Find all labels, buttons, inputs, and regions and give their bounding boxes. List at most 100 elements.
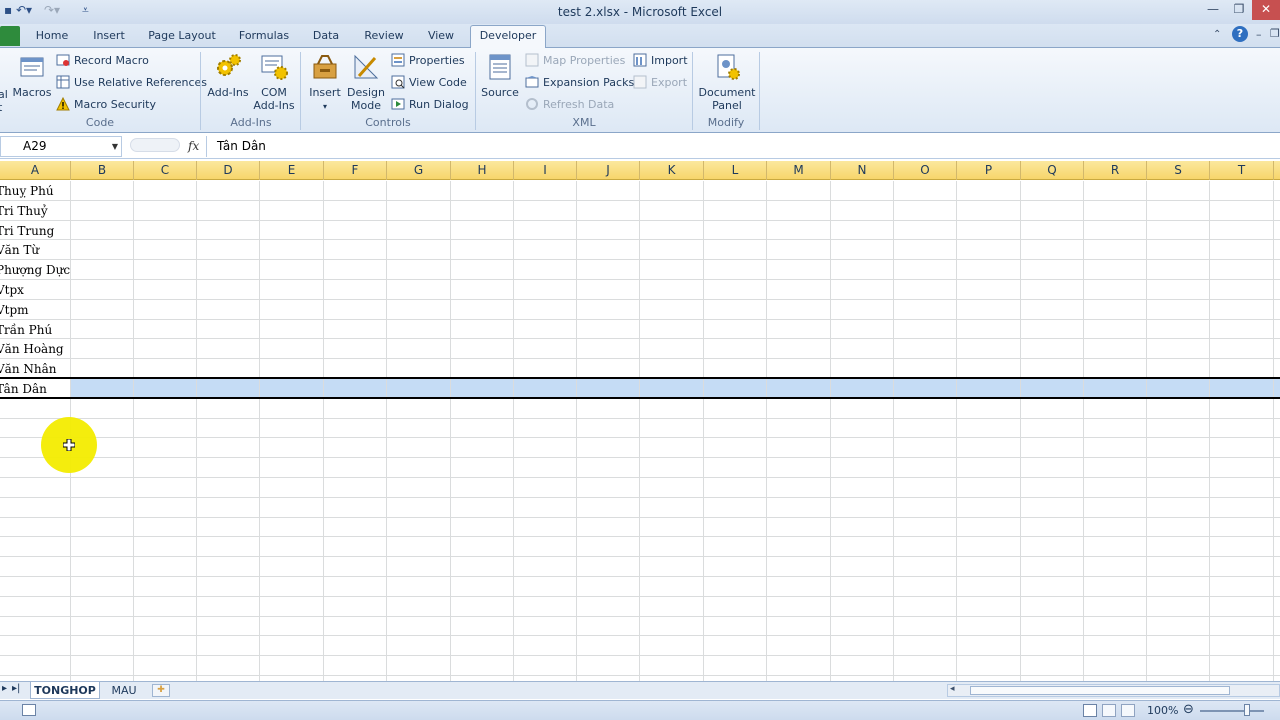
column-header-c[interactable]: C [134,161,197,180]
cell-a-value[interactable]: Trần Phú [0,320,52,340]
macro-security-button[interactable]: Macro Security [56,96,156,114]
worksheet-grid[interactable]: Thuỵ Phú Tri Thuỷ Tri Trung Văn Từ Phượng Dự… [0,181,1280,681]
page-layout-view-icon[interactable] [1102,704,1116,717]
cell-a-value[interactable]: Phượng Dực [0,260,70,280]
refresh-data-label: Refresh Data [543,98,615,111]
view-code-button[interactable]: View Code [391,74,467,92]
cell-a-value[interactable]: Tri Trung [0,221,54,241]
scroll-left-icon[interactable]: ◂ [950,684,955,694]
help-icon[interactable]: ? [1232,26,1248,42]
zoom-slider[interactable] [1200,710,1264,712]
grid-column-line [639,181,640,681]
macro-recording-icon[interactable] [22,704,36,716]
use-relative-references-button[interactable]: Use Relative References [56,74,207,92]
tab-insert[interactable]: Insert [86,28,132,48]
name-box[interactable]: A29 ▼ [0,136,122,157]
refresh-data-button[interactable]: Refresh Data [525,96,614,114]
column-header-l[interactable]: L [704,161,767,180]
insert-control-button[interactable]: Insert ▾ [305,52,345,113]
tab-page-layout[interactable]: Page Layout [146,28,218,48]
cell-a-value[interactable]: Văn Hoàng [0,339,64,359]
insert-function-button[interactable]: fx [188,139,199,153]
formula-input[interactable]: Tân Dân [206,136,1280,157]
cell-a-value[interactable]: Tân Dân [0,379,47,399]
column-header-f[interactable]: F [324,161,387,180]
grid-row-line [0,437,1280,438]
zoom-out-icon[interactable]: ⊖ [1183,702,1194,717]
column-header-d[interactable]: D [197,161,260,180]
restore-button[interactable]: ❐ [1226,0,1252,20]
map-properties-button[interactable]: Map Properties [525,52,625,70]
group-label-modify: Modify [707,116,745,129]
record-macro-button[interactable]: Record Macro [56,52,149,70]
page-break-preview-icon[interactable] [1121,704,1135,717]
zoom-level[interactable]: 100% [1147,704,1178,717]
normal-view-icon[interactable] [1083,704,1097,717]
export-button[interactable]: Export [633,74,687,92]
zoom-slider-knob[interactable] [1244,704,1250,716]
tab-data[interactable]: Data [306,28,346,48]
column-header-g[interactable]: G [387,161,451,180]
tab-developer[interactable]: Developer [470,25,546,49]
cell-a-value[interactable]: Thuỵ Phú [0,181,54,201]
document-panel-button[interactable]: Document Panel [697,52,757,112]
add-ins-button[interactable]: Add-Ins [206,52,250,99]
column-header-j[interactable]: J [577,161,640,180]
run-dialog-button[interactable]: Run Dialog [391,96,469,114]
minimize-ribbon-icon[interactable]: ⌃ [1213,29,1221,40]
source-button[interactable]: Source [480,52,520,99]
macros-button[interactable]: Macros [12,52,52,99]
source-label: Source [481,86,519,99]
window-title: test 2.xlsx - Microsoft Excel [557,5,723,19]
import-button[interactable]: Import [633,52,688,70]
prev-sheet-icon[interactable]: ▸ [2,683,7,694]
insert-worksheet-icon[interactable]: ✚ [152,684,170,697]
horizontal-scrollbar-thumb[interactable] [970,686,1230,695]
sheet-tab-tonghop[interactable]: TONGHOP [30,682,100,699]
column-header-q[interactable]: Q [1021,161,1084,180]
minimize-button[interactable]: — [1200,0,1226,20]
cell-a-value[interactable]: Văn Nhân [0,359,56,379]
grid-row-line [0,616,1280,617]
horizontal-scrollbar[interactable]: ◂ [947,684,1280,697]
cell-a-value[interactable]: Vtpm [0,300,29,320]
column-header-t[interactable]: T [1210,161,1274,180]
last-sheet-icon[interactable]: ▸| [12,683,20,694]
column-header-e[interactable]: E [260,161,324,180]
column-header-p[interactable]: P [957,161,1021,180]
tab-file[interactable] [0,26,20,46]
close-button[interactable]: ✕ [1252,0,1280,20]
column-header-o[interactable]: O [894,161,957,180]
column-header-r[interactable]: R [1084,161,1147,180]
run-dialog-icon [391,98,405,110]
com-add-ins-button[interactable]: COM Add-Ins [252,52,296,112]
grid-row-line [0,675,1280,676]
formula-bar-divider-handle[interactable] [130,138,180,152]
column-header-n[interactable]: N [831,161,894,180]
column-header-s[interactable]: S [1147,161,1210,180]
workbook-minimize-icon[interactable]: – [1256,28,1262,41]
grid-column-line [1273,181,1274,681]
column-header-i[interactable]: I [514,161,577,180]
column-header-a[interactable]: A [0,161,71,180]
tab-formulas[interactable]: Formulas [234,28,294,48]
chevron-down-icon[interactable]: ▼ [112,137,118,156]
tab-home[interactable]: Home [30,28,74,48]
cell-a-value[interactable]: Vtpx [0,280,24,300]
properties-button[interactable]: Properties [391,52,465,70]
tab-review[interactable]: Review [360,28,408,48]
column-header-h[interactable]: H [451,161,514,180]
cell-a-value[interactable]: Văn Từ [0,240,39,260]
column-header-k[interactable]: K [640,161,704,180]
column-header-b[interactable]: B [71,161,134,180]
expansion-packs-button[interactable]: Expansion Packs [525,74,634,92]
name-box-value: A29 [23,139,47,153]
cell-a-value[interactable]: Tri Thuỷ [0,201,48,221]
sheet-tab-mau[interactable]: MAU [104,682,144,699]
column-header-m[interactable]: M [767,161,831,180]
design-mode-button[interactable]: Design Mode [345,52,387,112]
expansion-packs-icon [525,76,539,88]
workbook-restore-icon[interactable]: ❐ [1270,27,1280,40]
tab-view[interactable]: View [420,28,462,48]
visual-basic-button[interactable]: al t [0,88,8,114]
